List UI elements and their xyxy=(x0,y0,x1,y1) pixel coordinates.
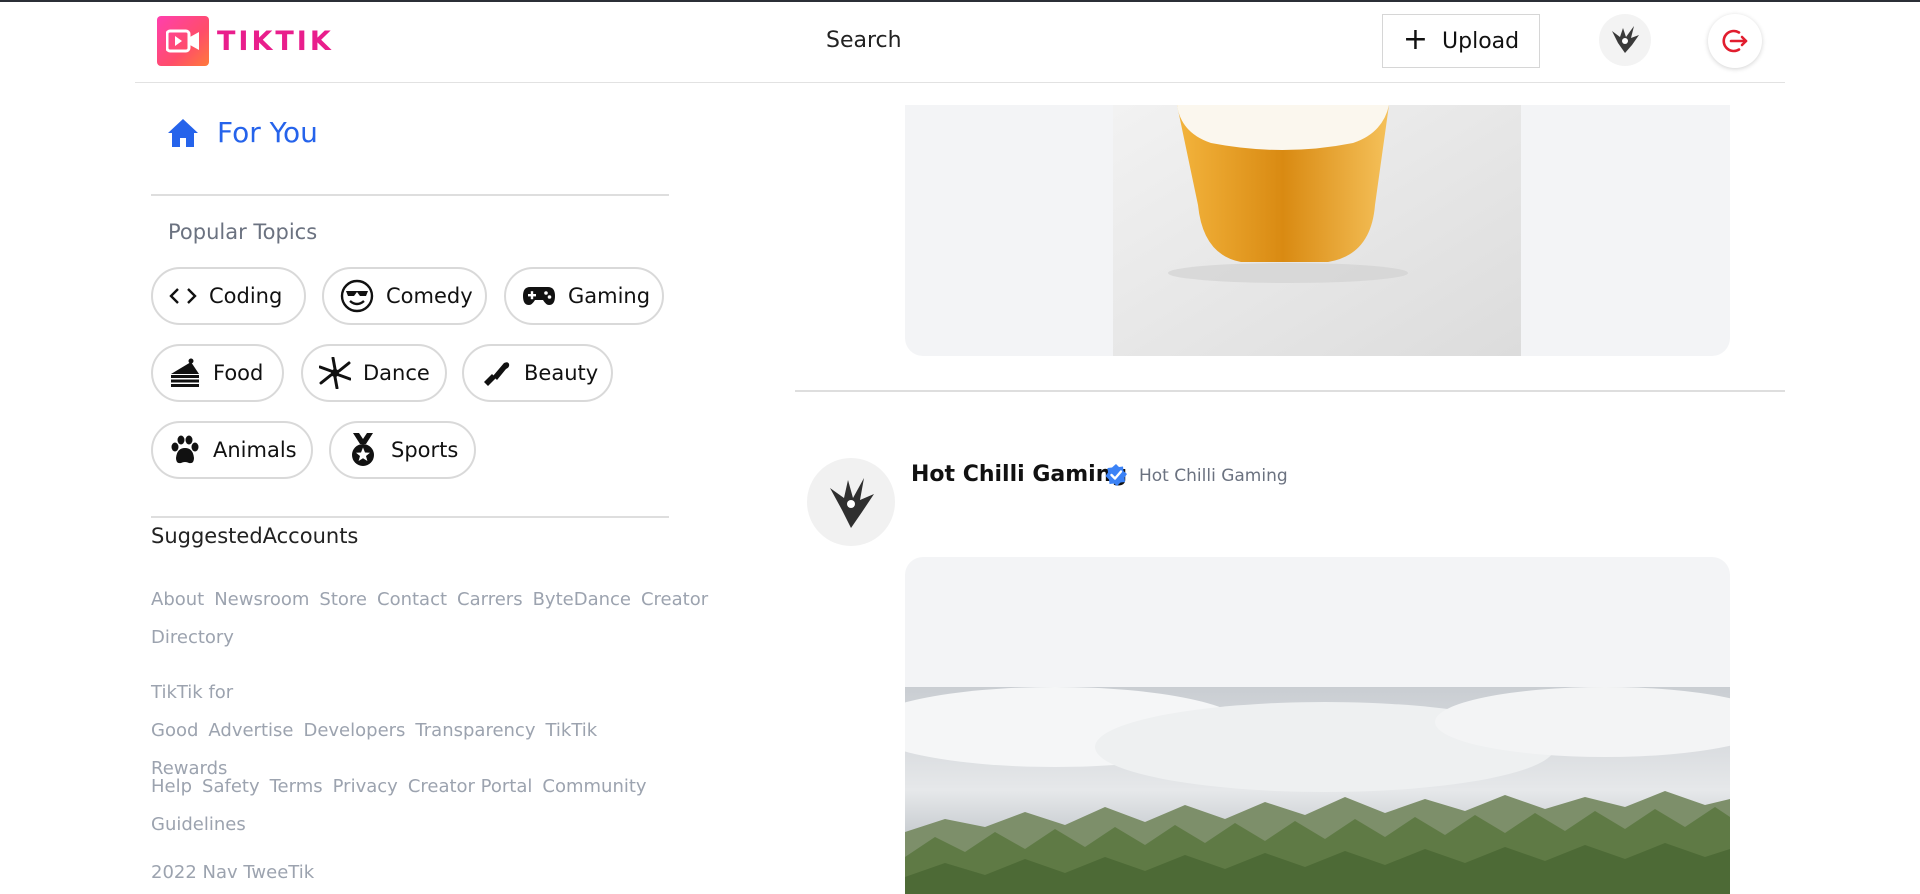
cake-slice-icon xyxy=(171,358,199,387)
search-label[interactable]: Search xyxy=(826,28,902,53)
topic-label: Animals xyxy=(213,438,297,462)
footer-link-creator-portal[interactable]: Creator Portal xyxy=(408,776,533,797)
footer-link-store[interactable]: Store xyxy=(319,589,367,610)
topic-label: Beauty xyxy=(524,361,599,385)
topic-comedy[interactable]: Comedy xyxy=(322,267,487,325)
footer-links-1: About Newsroom Store Contact Carrers ByteDanc… xyxy=(151,581,708,657)
upload-label: Upload xyxy=(1442,28,1520,54)
user-avatar[interactable] xyxy=(1599,14,1651,66)
topic-label: Dance xyxy=(363,361,430,385)
home-icon xyxy=(168,118,198,147)
copyright: 2022 Nav TweeTik xyxy=(151,862,315,883)
topic-coding[interactable]: Coding xyxy=(151,267,306,325)
footer-link-privacy[interactable]: Privacy xyxy=(333,776,398,797)
topic-sports[interactable]: Sports xyxy=(329,421,476,479)
topic-dance[interactable]: Dance xyxy=(301,344,447,402)
medal-icon xyxy=(352,433,374,466)
footer-link-developers[interactable]: Developers xyxy=(303,720,405,741)
feed-divider xyxy=(795,390,1785,392)
video-card[interactable] xyxy=(905,557,1730,894)
topic-label: Food xyxy=(213,361,264,385)
smile-sunglasses-icon xyxy=(340,279,374,313)
topic-label: Gaming xyxy=(568,284,651,308)
dance-icon xyxy=(319,357,351,389)
post-display-name[interactable]: Hot Chilli Gaming xyxy=(1139,466,1288,486)
verified-badge-icon xyxy=(1105,464,1127,486)
logo-video-icon xyxy=(157,16,209,66)
topic-food[interactable]: Food xyxy=(151,344,284,402)
video-card[interactable] xyxy=(905,105,1730,356)
topic-label: Sports xyxy=(391,438,459,462)
footer-links-3: Help Safety Terms Privacy Creator Portal Comm… xyxy=(151,768,651,844)
footer-link-terms[interactable]: Terms xyxy=(270,776,323,797)
video-thumbnail xyxy=(905,687,1730,894)
divider xyxy=(151,194,669,196)
divider xyxy=(151,516,669,518)
logout-button[interactable] xyxy=(1708,14,1762,68)
navbar: TIKTIK Search + Upload xyxy=(135,2,1785,83)
footer-link-carrers[interactable]: Carrers xyxy=(457,589,523,610)
footer-link-bytedance[interactable]: ByteDance xyxy=(533,589,631,610)
footer-link-contact[interactable]: Contact xyxy=(377,589,447,610)
footer-link-safety[interactable]: Safety xyxy=(202,776,260,797)
code-icon xyxy=(169,288,197,304)
topic-beauty[interactable]: Beauty xyxy=(462,344,613,402)
footer-link-newsroom[interactable]: Newsroom xyxy=(214,589,309,610)
logo-text: TIKTIK xyxy=(217,25,334,57)
post-author-avatar[interactable] xyxy=(807,458,895,546)
footer-link-transparency[interactable]: Transparency xyxy=(415,720,535,741)
topic-label: Coding xyxy=(209,284,283,308)
logout-icon xyxy=(1722,29,1748,53)
post-username[interactable]: Hot Chilli Gaming xyxy=(911,462,1127,487)
footer-link-advertise[interactable]: Advertise xyxy=(208,720,293,741)
paw-icon xyxy=(171,435,199,464)
topic-gaming[interactable]: Gaming xyxy=(504,267,664,325)
gamepad-icon xyxy=(523,287,555,305)
plus-icon: + xyxy=(1402,21,1429,57)
popular-topics-title: Popular Topics xyxy=(168,220,318,244)
video-thumbnail xyxy=(1113,105,1521,356)
logo[interactable]: TIKTIK xyxy=(157,16,334,66)
upload-button[interactable]: + Upload xyxy=(1382,14,1540,68)
topic-animals[interactable]: Animals xyxy=(151,421,313,479)
for-you-label: For You xyxy=(217,116,318,149)
lipstick-icon xyxy=(484,362,510,386)
suggested-accounts-title: SuggestedAccounts xyxy=(151,524,359,548)
sidebar-item-for-you[interactable]: For You xyxy=(167,116,318,149)
footer-link-about[interactable]: About xyxy=(151,589,204,610)
footer-link-help[interactable]: Help xyxy=(151,776,192,797)
topic-label: Comedy xyxy=(386,284,473,308)
